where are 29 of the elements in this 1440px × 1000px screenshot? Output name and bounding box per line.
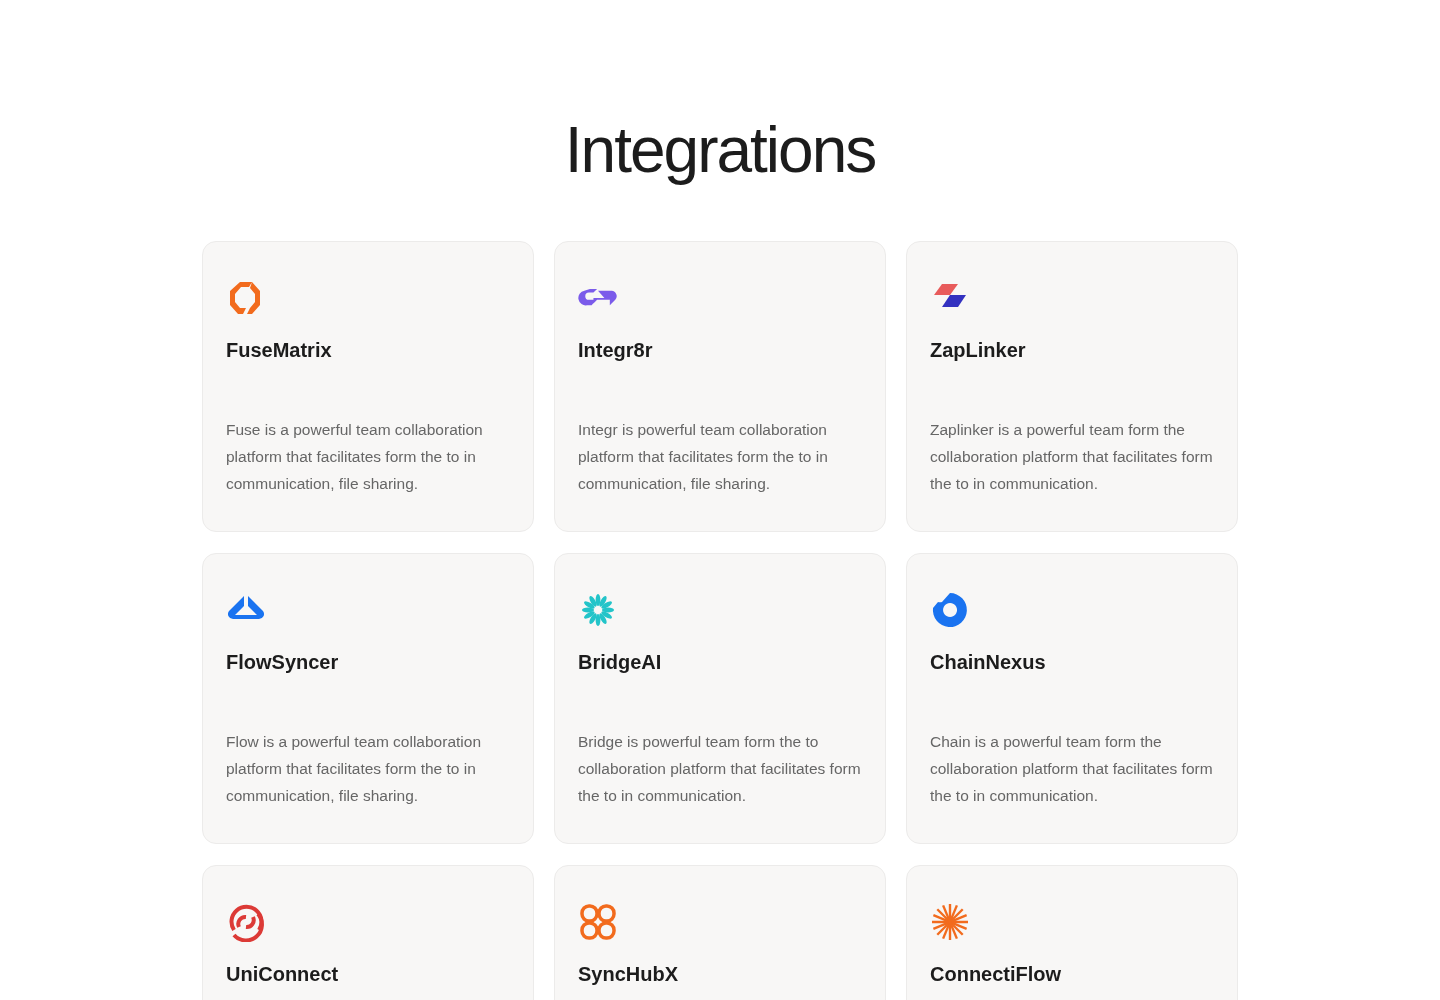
integration-card[interactable]: ZapLinker Zaplinker is a powerful team form the collaboration platform that facilitates form the to in communication.: [906, 241, 1238, 532]
integration-card[interactable]: UniConnect: [202, 865, 534, 1000]
integration-card[interactable]: BridgeAI Bridge is powerful team form the to collaboration platform that facilitates form the to in communication.: [554, 553, 886, 844]
integration-card[interactable]: FuseMatrix Fuse is a powerful team collaboration platform that facilitates form the to in communication, file sharing.: [202, 241, 534, 532]
clover-icon: [578, 902, 618, 942]
page-title: Integrations: [563, 113, 877, 188]
integration-description: Bridge is powerful team form the to collaboration platform that facilitates form the to in communication.: [578, 732, 862, 806]
integration-name: ConnectiFlow: [930, 962, 1063, 987]
integration-description: Fuse is a powerful team collaboration platform that facilitates form the to in communication, file sharing.: [226, 420, 484, 494]
integration-card[interactable]: Integr8r Integr is powerful team collaboration platform that facilitates form the to in communication, file sharing.: [554, 241, 886, 532]
asterisk-icon: [930, 902, 970, 942]
sync-circle-icon: [226, 902, 266, 942]
integration-name: Integr8r: [578, 338, 654, 363]
integration-description: Zaplinker is a powerful team form the collaboration platform that facilitates form the to in communication.: [930, 420, 1214, 494]
integration-description: Chain is a powerful team form the collaboration platform that facilitates form the to in communication.: [930, 732, 1214, 806]
integration-card[interactable]: ChainNexus Chain is a powerful team form the collaboration platform that facilitates form the to in communication.: [906, 553, 1238, 844]
integration-name: BridgeAI: [578, 650, 663, 675]
integration-description: Flow is a powerful team collaboration platform that facilitates form the to in communication, file sharing.: [226, 732, 482, 806]
integration-card[interactable]: FlowSyncer Flow is a powerful team collaboration platform that facilitates form the to in communication, file sharing.: [202, 553, 534, 844]
integration-name: FlowSyncer: [226, 650, 340, 675]
integration-description: Integr is powerful team collaboration platform that facilitates form the to in communication, file sharing.: [578, 420, 829, 494]
integration-name: UniConnect: [226, 962, 340, 987]
integration-card[interactable]: SyncHubX: [554, 865, 886, 1000]
integration-card[interactable]: ConnectiFlow: [906, 865, 1238, 1000]
integration-name: FuseMatrix: [226, 338, 333, 363]
integration-name: SyncHubX: [578, 962, 680, 987]
ring-icon: [930, 590, 970, 630]
integration-name: ZapLinker: [930, 338, 1027, 363]
integration-name: ChainNexus: [930, 650, 1047, 675]
